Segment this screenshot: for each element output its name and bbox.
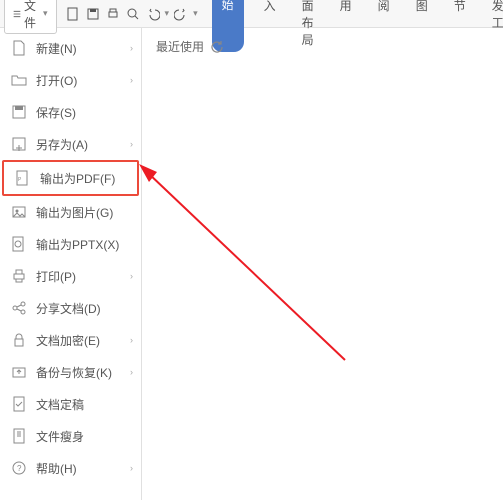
menu-compress-label: 文件瘦身 (36, 428, 84, 445)
menu-encrypt[interactable]: 文档加密(E) › (0, 324, 141, 356)
help-icon: ? (10, 459, 28, 477)
saveas-icon (10, 135, 28, 153)
qat-customize-icon[interactable]: ▾ (193, 8, 198, 19)
menu-compress[interactable]: 文件瘦身 (0, 420, 141, 452)
menu-export-image[interactable]: 输出为图片(G) (0, 196, 141, 228)
menu-help-label: 帮助(H) (36, 460, 77, 477)
menu-encrypt-label: 文档加密(E) (36, 332, 100, 349)
chevron-right-icon: › (130, 271, 133, 281)
menu-backup[interactable]: 备份与恢复(K) › (0, 356, 141, 388)
chevron-right-icon: › (130, 43, 133, 53)
svg-text:?: ? (17, 464, 22, 473)
qat-redo-icon[interactable] (173, 6, 189, 22)
menu-saveas-label: 另存为(A) (36, 136, 88, 153)
menu-backup-label: 备份与恢复(K) (36, 364, 112, 381)
chevron-right-icon: › (130, 463, 133, 473)
doc-icon (10, 39, 28, 57)
file-menu-label: 文件 (24, 0, 40, 31)
qat-undo-dropdown-icon[interactable]: ▾ (165, 8, 170, 19)
menu-print[interactable]: 打印(P) › (0, 260, 141, 292)
finalize-icon (10, 395, 28, 413)
content-area: 最近使用 (142, 28, 503, 500)
chevron-right-icon: › (130, 367, 133, 377)
menu-saveas[interactable]: 另存为(A) › (0, 128, 141, 160)
chevron-right-icon: › (130, 335, 133, 345)
menu-export-pdf[interactable]: P 输出为PDF(F) (2, 160, 139, 196)
recent-label: 最近使用 (156, 38, 204, 55)
menu-help[interactable]: ? 帮助(H) › (0, 452, 141, 484)
hamburger-icon (13, 8, 21, 20)
qat-new-icon[interactable] (65, 6, 81, 22)
menu-save[interactable]: 保存(S) (0, 96, 141, 128)
share-icon (10, 299, 28, 317)
menu-export-pdf-label: 输出为PDF(F) (40, 170, 115, 187)
menu-finalize-label: 文档定稿 (36, 396, 84, 413)
image-icon (10, 203, 28, 221)
qat-undo-icon[interactable] (145, 6, 161, 22)
print-icon (10, 267, 28, 285)
menu-new-label: 新建(N) (36, 40, 77, 57)
lock-icon (10, 331, 28, 349)
menu-export-pptx[interactable]: 输出为PPTX(X) (0, 228, 141, 260)
folder-icon (10, 71, 28, 89)
qat-print-icon[interactable] (105, 6, 121, 22)
menu-save-label: 保存(S) (36, 104, 76, 121)
menu-export-pptx-label: 输出为PPTX(X) (36, 236, 119, 253)
file-menu-panel: 新建(N) › 打开(O) › 保存(S) 另存为(A) › P 输出为PDF(… (0, 28, 142, 500)
qat-preview-icon[interactable] (125, 6, 141, 22)
chevron-right-icon: › (130, 75, 133, 85)
pdf-icon: P (14, 169, 32, 187)
main-area: 新建(N) › 打开(O) › 保存(S) 另存为(A) › P 输出为PDF(… (0, 28, 503, 500)
menu-open-label: 打开(O) (36, 72, 77, 89)
refresh-icon[interactable] (210, 40, 224, 54)
quick-access-toolbar: ▾ ▾ (65, 6, 198, 22)
pptx-icon (10, 235, 28, 253)
menu-export-image-label: 输出为图片(G) (36, 204, 113, 221)
menu-print-label: 打印(P) (36, 268, 76, 285)
compress-icon (10, 427, 28, 445)
ribbon-bar: 文件 ▾ ▾ ▾ 开始 插入 页面布局 引用 审阅 视图 章节 开发工 (0, 0, 503, 28)
menu-share[interactable]: 分享文档(D) (0, 292, 141, 324)
menu-new[interactable]: 新建(N) › (0, 32, 141, 64)
backup-icon (10, 363, 28, 381)
svg-text:P: P (18, 177, 22, 183)
save-icon (10, 103, 28, 121)
menu-open[interactable]: 打开(O) › (0, 64, 141, 96)
chevron-right-icon: › (130, 139, 133, 149)
recent-header: 最近使用 (156, 38, 489, 55)
menu-finalize[interactable]: 文档定稿 (0, 388, 141, 420)
chevron-down-icon: ▾ (43, 8, 48, 19)
menu-share-label: 分享文档(D) (36, 300, 101, 317)
qat-save-icon[interactable] (85, 6, 101, 22)
